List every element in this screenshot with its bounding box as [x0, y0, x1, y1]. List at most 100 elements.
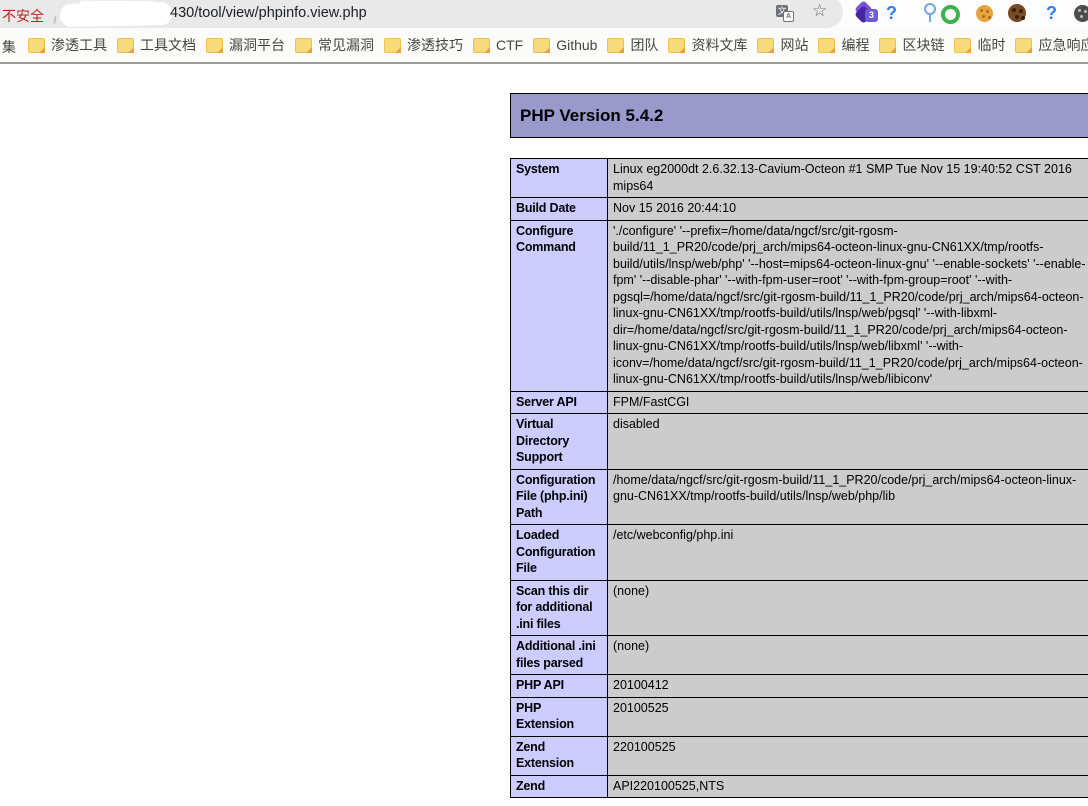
- row-label: Server API: [511, 391, 608, 414]
- row-label: Additional .ini files parsed: [511, 636, 608, 675]
- table-row: PHP API20100412: [511, 675, 1088, 698]
- folder-icon: [473, 38, 490, 53]
- row-label: Zend Extension: [511, 736, 608, 775]
- row-label: System: [511, 159, 608, 198]
- browser-window: 不安全 430/tool/view/phpinfo.view.php 文 A ☆…: [0, 0, 1088, 806]
- address-bar[interactable]: 不安全 430/tool/view/phpinfo.view.php 文 A ☆: [0, 0, 843, 28]
- bookmark-label: 漏洞平台: [229, 35, 285, 55]
- row-label: Scan this dir for additional .ini files: [511, 580, 608, 636]
- row-value: 220100525: [608, 736, 1088, 775]
- row-value: Linux eg2000dt 2.6.32.13-Cavium-Octeon #…: [608, 159, 1088, 198]
- folder-icon: [757, 38, 774, 53]
- bookmark-folder[interactable]: 漏洞平台: [206, 35, 285, 55]
- cookie-icon: [976, 5, 993, 22]
- table-row: Configure Command'./configure' '--prefix…: [511, 220, 1088, 391]
- table-row: Virtual Directory Supportdisabled: [511, 414, 1088, 470]
- row-value: Nov 15 2016 20:44:10: [608, 198, 1088, 221]
- extension-badge: 3: [865, 9, 878, 22]
- bookmark-folder[interactable]: 资料文库: [668, 35, 747, 55]
- pin-icon: [929, 14, 931, 22]
- cookie-dots: [1078, 9, 1081, 12]
- folder-icon: [384, 38, 401, 53]
- bookmark-label: 网站: [780, 35, 808, 55]
- cookie-dots: [1012, 8, 1016, 12]
- green-ring-icon: [941, 5, 960, 24]
- folder-icon: [954, 38, 971, 53]
- bookmark-folder[interactable]: 编程: [818, 35, 869, 55]
- folder-icon: [607, 38, 624, 53]
- phpinfo-page: PHP Version 5.4.2 SystemLinux eg2000dt 2…: [0, 64, 1088, 806]
- bookmark-label: 临时: [977, 35, 1005, 55]
- security-indicator[interactable]: 不安全: [2, 6, 44, 26]
- row-label: Configuration File (php.ini) Path: [511, 469, 608, 525]
- folder-icon: [28, 38, 45, 53]
- row-value: 20100525: [608, 697, 1088, 736]
- row-value: API220100525,NTS: [608, 775, 1088, 798]
- gray-cookie-icon: [1074, 5, 1088, 22]
- row-label: PHP API: [511, 675, 608, 698]
- bookmark-label: CTF: [496, 37, 523, 53]
- url-text: 430/tool/view/phpinfo.view.php: [170, 5, 367, 21]
- bookmark-label: 区块链: [902, 35, 944, 55]
- row-label: PHP Extension: [511, 697, 608, 736]
- folder-icon: [879, 38, 896, 53]
- page-title: PHP Version 5.4.2: [520, 106, 663, 126]
- table-row: Build DateNov 15 2016 20:44:10: [511, 198, 1088, 221]
- bookmark-folder[interactable]: 区块链: [879, 35, 944, 55]
- row-label: Zend: [511, 775, 608, 798]
- bookmarks-bar: 集 渗透工具 工具文档 漏洞平台 常见漏洞 渗透技巧 CTF Github 团队…: [0, 28, 1088, 64]
- bookmark-label: 团队: [630, 35, 658, 55]
- bookmark-folder[interactable]: 网站: [757, 35, 808, 55]
- table-row: Server APIFPM/FastCGI: [511, 391, 1088, 414]
- folder-icon: [295, 38, 312, 53]
- folder-icon: [668, 38, 685, 53]
- row-value: (none): [608, 636, 1088, 675]
- censor-pen-mark: [53, 16, 56, 24]
- bookmark-item-clipped[interactable]: 集: [2, 37, 16, 57]
- bookmark-folder[interactable]: Github: [533, 37, 597, 53]
- bookmark-label: 渗透技巧: [407, 35, 463, 55]
- bookmark-folder[interactable]: 团队: [607, 35, 658, 55]
- table-row: Additional .ini files parsed(none): [511, 636, 1088, 675]
- table-row: PHP Extension20100525: [511, 697, 1088, 736]
- bookmark-folder[interactable]: 应急响应: [1015, 35, 1088, 55]
- row-label: Build Date: [511, 198, 608, 221]
- bookmark-folder[interactable]: 渗透工具: [28, 35, 107, 55]
- folder-icon: [533, 38, 550, 53]
- bookmark-label: Github: [556, 37, 597, 53]
- bookmark-label: 应急响应: [1038, 35, 1088, 55]
- php-version-header: PHP Version 5.4.2: [510, 93, 1088, 138]
- bookmark-folder[interactable]: 工具文档: [117, 35, 196, 55]
- folder-icon: [818, 38, 835, 53]
- bookmark-label: 常见漏洞: [318, 35, 374, 55]
- row-value: './configure' '--prefix=/home/data/ngcf/…: [608, 220, 1088, 391]
- bookmark-folder[interactable]: CTF: [473, 37, 523, 53]
- row-value: 20100412: [608, 675, 1088, 698]
- question-extension-icon[interactable]: ?: [886, 0, 897, 28]
- bookmark-label: 工具文档: [140, 35, 196, 55]
- bookmark-star-icon[interactable]: ☆: [812, 1, 827, 21]
- phpinfo-table: SystemLinux eg2000dt 2.6.32.13-Cavium-Oc…: [510, 158, 1088, 798]
- question-extension-icon-2[interactable]: ?: [1046, 0, 1057, 28]
- row-value: /home/data/ngcf/src/git-rgosm-build/11_1…: [608, 469, 1088, 525]
- bookmark-folder[interactable]: 临时: [954, 35, 1005, 55]
- row-value: disabled: [608, 414, 1088, 470]
- bookmark-folder[interactable]: 渗透技巧: [384, 35, 463, 55]
- bookmark-label: 编程: [841, 35, 869, 55]
- folder-icon: [206, 38, 223, 53]
- bookmark-folder[interactable]: 常见漏洞: [295, 35, 374, 55]
- table-row: Zend Extension220100525: [511, 736, 1088, 775]
- translate-icon[interactable]: 文 A: [776, 5, 794, 21]
- cookie-dots: [980, 9, 983, 12]
- table-row: Loaded Configuration File/etc/webconfig/…: [511, 525, 1088, 581]
- cookie-icon: [1008, 4, 1026, 22]
- bookmark-manager-extension-icon[interactable]: 3: [853, 0, 879, 28]
- browser-toolbar: 不安全 430/tool/view/phpinfo.view.php 文 A ☆…: [0, 0, 1088, 28]
- table-row: Scan this dir for additional .ini files(…: [511, 580, 1088, 636]
- bookmark-label: 渗透工具: [51, 35, 107, 55]
- row-label: Virtual Directory Support: [511, 414, 608, 470]
- row-value: /etc/webconfig/php.ini: [608, 525, 1088, 581]
- row-value: (none): [608, 580, 1088, 636]
- table-row: Configuration File (php.ini) Path/home/d…: [511, 469, 1088, 525]
- table-row: ZendAPI220100525,NTS: [511, 775, 1088, 798]
